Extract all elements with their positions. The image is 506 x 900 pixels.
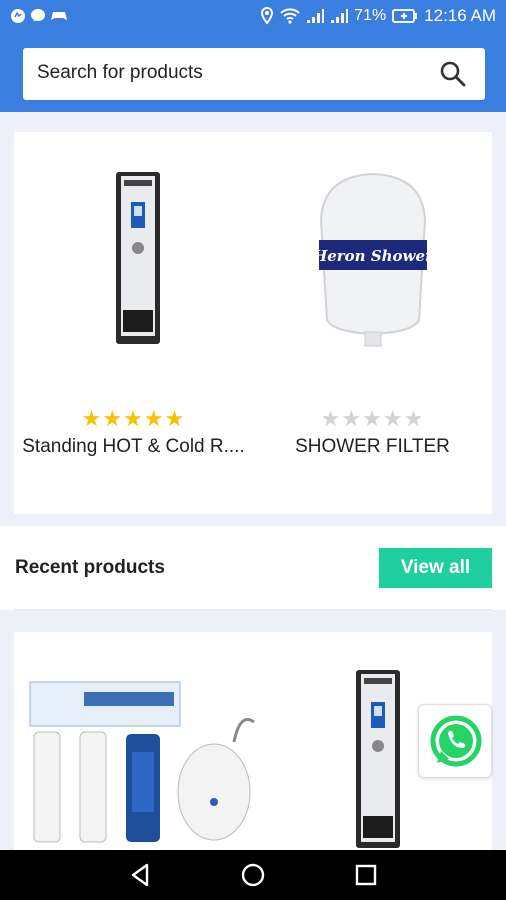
game-icon: [51, 12, 67, 20]
star-icon: ★: [123, 406, 144, 431]
search-icon[interactable]: [439, 60, 467, 88]
shower-filter-image: Heron Shower: [312, 172, 434, 347]
star-icon: ★: [341, 406, 363, 431]
message-icon: [31, 9, 45, 22]
star-icon: ★: [164, 406, 186, 431]
whatsapp-button[interactable]: [418, 704, 492, 778]
section-title: Recent products: [15, 557, 165, 578]
home-icon[interactable]: [238, 860, 268, 890]
rating-stars: ★★★★★: [14, 406, 253, 432]
signal-icon: [307, 9, 325, 23]
star-icon: ★: [320, 406, 342, 431]
product-name: SHOWER FILTER: [295, 436, 450, 457]
product-name: Standing HOT & Cold R....: [22, 436, 245, 457]
product-card[interactable]: ★★★★★ Standing HOT & Cold R....: [14, 132, 253, 514]
search-placeholder: Search for products: [37, 62, 203, 83]
water-dispenser-image: [116, 172, 160, 344]
brand-label: Heron Shower: [312, 247, 434, 265]
recents-icon[interactable]: [351, 860, 381, 890]
ro-system-image[interactable]: [24, 672, 264, 850]
search-input[interactable]: Search for products: [23, 48, 485, 100]
recent-products-header: Recent products View all: [0, 526, 506, 610]
signal-icon: [331, 9, 349, 23]
star-icon: ★: [362, 406, 383, 431]
star-icon: ★: [81, 406, 103, 431]
featured-products: ★★★★★ Standing HOT & Cold R.... Heron Sh…: [14, 132, 492, 514]
star-icon: ★: [102, 406, 124, 431]
water-dispenser-image[interactable]: [334, 668, 414, 850]
view-all-button[interactable]: View all: [379, 548, 492, 588]
battery-percent: 71%: [354, 7, 387, 24]
wifi-icon: [280, 8, 300, 24]
whatsapp-icon: [430, 715, 482, 767]
notification-icons: [10, 8, 68, 24]
status-bar: 71% 12:16 AM: [0, 0, 506, 34]
battery-icon: [392, 9, 418, 23]
star-icon: ★: [143, 406, 165, 431]
star-icon: ★: [382, 406, 404, 431]
back-icon[interactable]: [125, 860, 155, 890]
product-card[interactable]: Heron Shower ★★★★★ SHOWER FILTER: [253, 132, 492, 514]
clock: 12:16 AM: [424, 6, 496, 25]
star-icon: ★: [403, 406, 425, 431]
notification-icon: [11, 9, 25, 23]
status-indicators: 71% 12:16 AM: [260, 6, 496, 26]
rating-stars: ★★★★★: [253, 406, 492, 432]
location-icon: [261, 7, 274, 25]
navigation-bar: [0, 850, 506, 900]
app-header: 71% 12:16 AM Search for products: [0, 0, 506, 112]
